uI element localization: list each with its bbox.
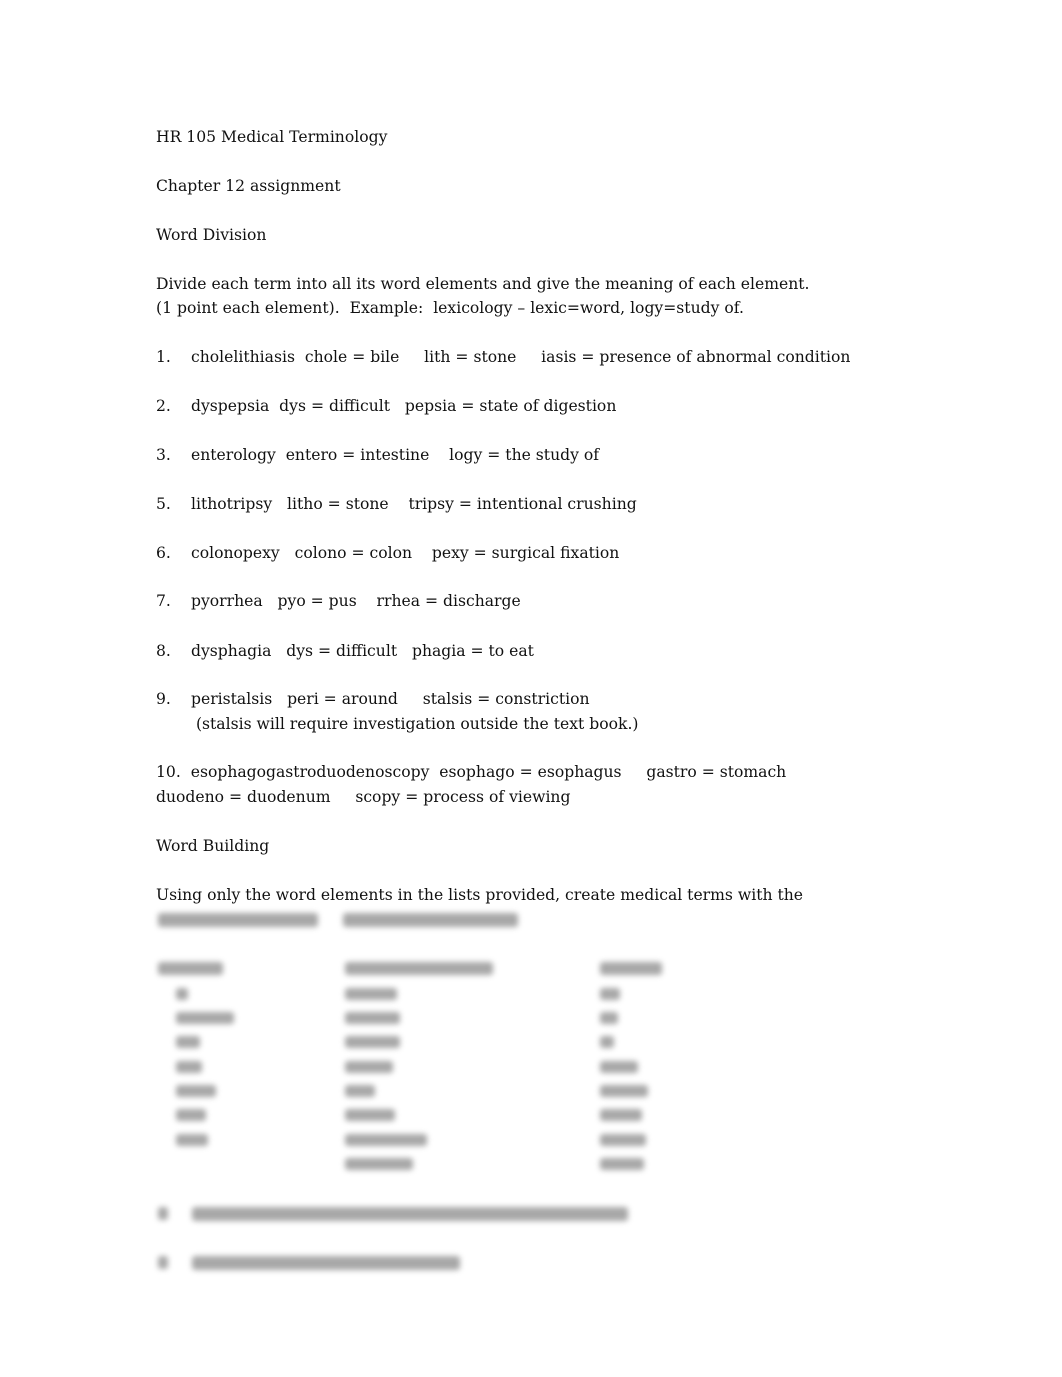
section-heading-word-division: Word Division [156,226,267,244]
item-number: 5. [156,495,171,513]
item-number: 9. [156,690,171,708]
word-building-instructions: Using only the word elements in the list… [156,886,804,904]
item-text: peristalsis peri = around stalsis = cons… [191,690,590,708]
item-text: dysphagia dys = difficult phagia = to ea… [191,642,534,660]
item-text: pyorrhea pyo = pus rrhea = discharge [191,592,521,610]
item-10-line2: duodeno = duodenum scopy = process of vi… [156,788,571,806]
item-number: 7. [156,592,171,610]
item-number: 2. [156,397,171,415]
item-text: dyspepsia dys = difficult pepsia = state… [191,397,617,415]
section-heading-word-building: Word Building [156,837,270,855]
item-text: colonopexy colono = colon pexy = surgica… [191,544,620,562]
item-10-line1: 10. esophagogastroduodenoscopy esophago … [156,763,787,781]
item-number: 6. [156,544,171,562]
item-number: 1. [156,348,171,366]
instructions-line: (1 point each element). Example: lexicol… [156,299,744,317]
item-number: 3. [156,446,171,464]
item-note: (stalsis will require investigation outs… [191,715,639,733]
assignment-title: Chapter 12 assignment [156,177,341,195]
item-number: 8. [156,642,171,660]
course-title: HR 105 Medical Terminology [156,128,388,146]
item-text: enterology entero = intestine logy = the… [191,446,600,464]
item-text: lithotripsy litho = stone tripsy = inten… [191,495,637,513]
item-text: cholelithiasis chole = bile lith = stone… [191,348,851,366]
instructions-line: Divide each term into all its word eleme… [156,275,810,293]
